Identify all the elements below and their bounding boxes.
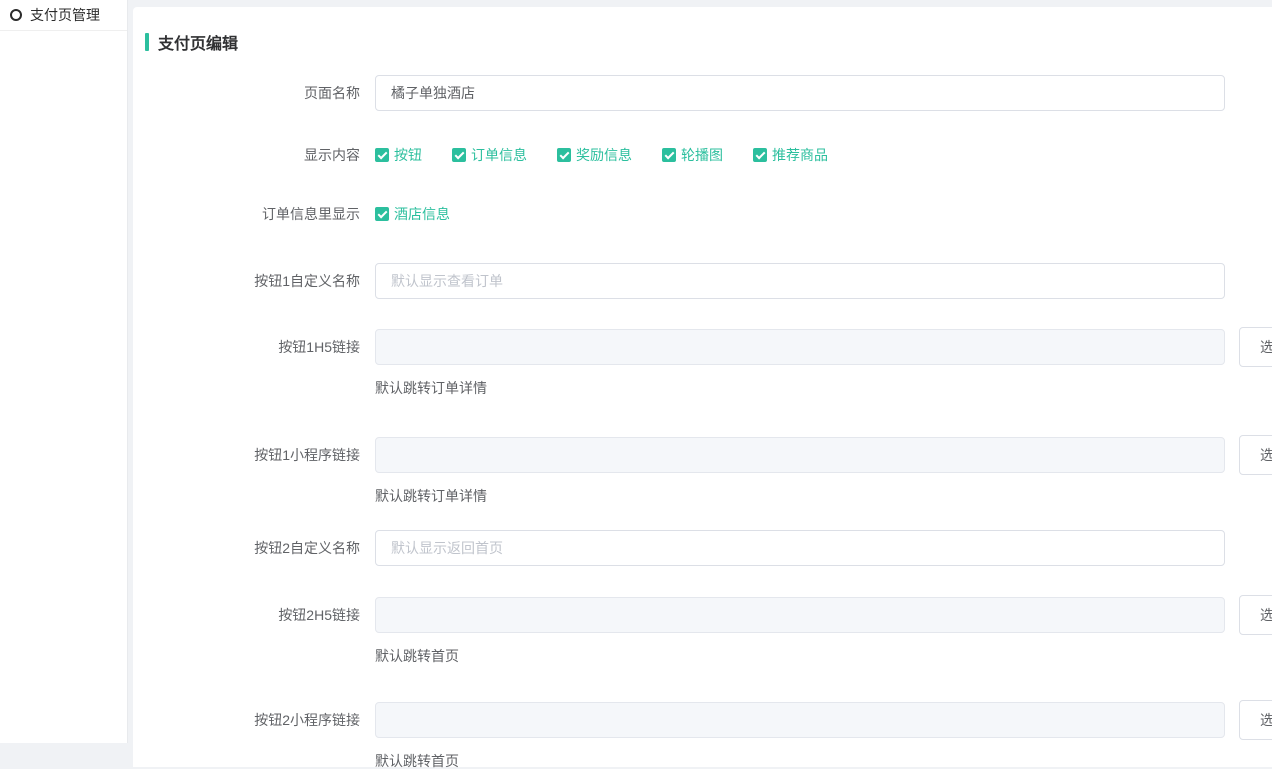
- btn2-mini-link-hint: 默认跳转首页: [375, 753, 1272, 769]
- btn1-h5-link-input: [375, 329, 1225, 365]
- checked-checkbox-icon: [375, 207, 389, 221]
- payment-page-form: 页面名称 显示内容 按钮 订单信息 奖励信息: [145, 75, 1272, 769]
- display-content-label: 显示内容: [145, 145, 360, 165]
- btn1-custom-name-label: 按钮1自定义名称: [145, 271, 360, 291]
- btn1-h5-select-button[interactable]: 选: [1239, 327, 1272, 367]
- title-accent-bar: [145, 33, 149, 51]
- checkbox-button[interactable]: 按钮: [375, 145, 422, 165]
- form-row-display-content: 显示内容 按钮 订单信息 奖励信息 轮播图: [145, 145, 1272, 165]
- form-row-btn2-h5-link: 按钮2H5链接 选: [145, 595, 1272, 635]
- checked-checkbox-icon: [375, 148, 389, 162]
- page-name-label: 页面名称: [145, 83, 360, 103]
- btn2-h5-select-button[interactable]: 选: [1239, 595, 1272, 635]
- btn2-h5-link-hint: 默认跳转首页: [375, 648, 1272, 664]
- checkbox-order-info[interactable]: 订单信息: [452, 145, 527, 165]
- btn2-mini-select-button[interactable]: 选: [1239, 700, 1272, 740]
- order-info-display-checkbox-group: 酒店信息: [375, 204, 450, 224]
- btn1-mini-link-input: [375, 437, 1225, 473]
- checkbox-carousel[interactable]: 轮播图: [662, 145, 723, 165]
- order-info-display-label: 订单信息里显示: [145, 204, 360, 224]
- checked-checkbox-icon: [662, 148, 676, 162]
- payment-page-edit-panel: 支付页编辑 页面名称 显示内容 按钮 订单信息: [133, 7, 1272, 767]
- sidebar: 支付页管理: [0, 0, 128, 743]
- form-row-btn1-mini-link: 按钮1小程序链接 选: [145, 435, 1272, 475]
- checkbox-recommended-products[interactable]: 推荐商品: [753, 145, 828, 165]
- page-title: 支付页编辑: [145, 32, 1272, 52]
- form-row-btn1-h5-link: 按钮1H5链接 选: [145, 327, 1272, 367]
- sidebar-item-label: 支付页管理: [30, 5, 100, 25]
- page-name-input[interactable]: [375, 75, 1225, 111]
- form-row-btn2-custom-name: 按钮2自定义名称: [145, 530, 1272, 566]
- display-content-checkbox-group: 按钮 订单信息 奖励信息 轮播图 推荐商品: [375, 145, 828, 165]
- btn1-h5-link-hint: 默认跳转订单详情: [375, 380, 1272, 396]
- sidebar-item-payment-page-management[interactable]: 支付页管理: [0, 0, 127, 31]
- checkbox-reward-info[interactable]: 奖励信息: [557, 145, 632, 165]
- btn2-mini-link-input: [375, 702, 1225, 738]
- btn2-h5-link-label: 按钮2H5链接: [145, 605, 360, 625]
- btn1-custom-name-input[interactable]: [375, 263, 1225, 299]
- checked-checkbox-icon: [753, 148, 767, 162]
- btn1-mini-link-hint: 默认跳转订单详情: [375, 488, 1272, 504]
- form-row-btn2-mini-link: 按钮2小程序链接 选: [145, 700, 1272, 740]
- btn1-mini-select-button[interactable]: 选: [1239, 435, 1272, 475]
- btn2-mini-link-label: 按钮2小程序链接: [145, 710, 360, 730]
- btn2-h5-link-input: [375, 597, 1225, 633]
- form-row-order-info-display: 订单信息里显示 酒店信息: [145, 204, 1272, 224]
- form-row-page-name: 页面名称: [145, 75, 1272, 111]
- checked-checkbox-icon: [452, 148, 466, 162]
- btn1-mini-link-label: 按钮1小程序链接: [145, 445, 360, 465]
- checked-checkbox-icon: [557, 148, 571, 162]
- page-title-text: 支付页编辑: [158, 30, 238, 54]
- form-row-btn1-custom-name: 按钮1自定义名称: [145, 263, 1272, 299]
- checkbox-hotel-info[interactable]: 酒店信息: [375, 204, 450, 224]
- btn2-custom-name-label: 按钮2自定义名称: [145, 538, 360, 558]
- circle-icon: [10, 9, 22, 21]
- btn1-h5-link-label: 按钮1H5链接: [145, 337, 360, 357]
- btn2-custom-name-input[interactable]: [375, 530, 1225, 566]
